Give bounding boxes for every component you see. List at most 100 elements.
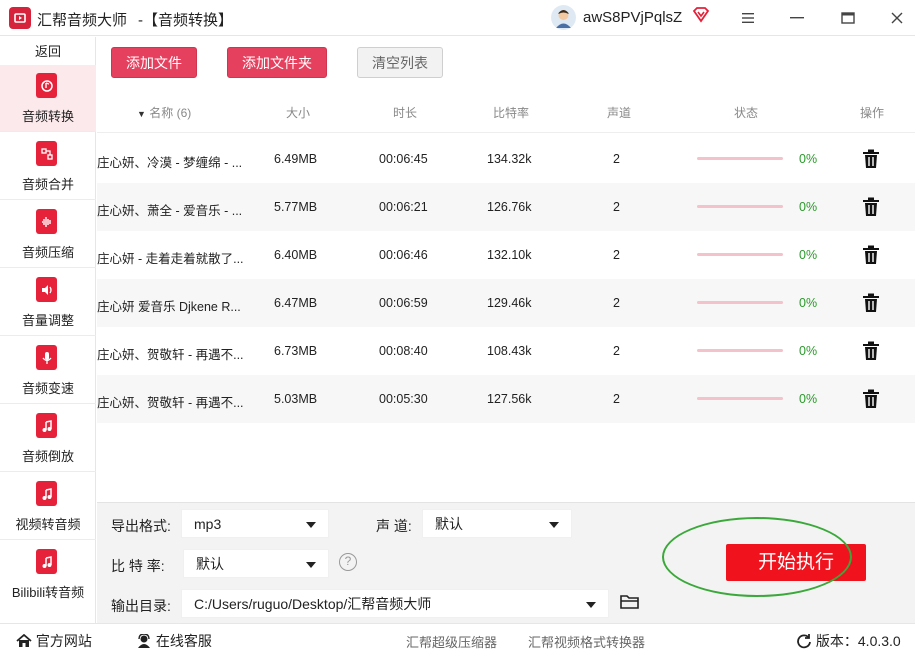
format-value: mp3 <box>194 516 222 532</box>
vip-icon[interactable] <box>692 6 710 24</box>
username[interactable]: awS8PVjPqlsZ <box>583 9 682 26</box>
file-size: 6.40MB <box>274 248 318 262</box>
avatar[interactable] <box>551 5 576 30</box>
delete-icon[interactable] <box>862 293 880 313</box>
bitrate-select[interactable]: 默认 <box>183 549 329 578</box>
file-channels: 2 <box>613 344 620 358</box>
progress-percent: 0% <box>799 344 818 358</box>
table-header: ▼ 名称 (6) 大小 时长 比特率 声道 状态 操作 <box>97 89 915 133</box>
progress-bar <box>697 253 783 256</box>
video-converter-link[interactable]: 汇帮视频格式转换器 <box>528 632 645 651</box>
maximize-icon[interactable] <box>838 8 858 28</box>
delete-icon[interactable] <box>862 149 880 169</box>
highlight-ellipse <box>662 517 852 597</box>
title-bar: 汇帮音频大师 -【音频转换】 awS8PVjPqlsZ <box>0 0 915 36</box>
compress-icon <box>36 209 57 234</box>
header-channels: 声道 <box>607 106 632 120</box>
compressor-link[interactable]: 汇帮超级压缩器 <box>406 632 497 651</box>
table-row[interactable]: 庄心妍、贺敬轩 - 再遇不... 6.73MB 00:08:40 108.43k… <box>97 327 915 375</box>
file-duration: 00:08:40 <box>379 344 428 358</box>
music-note-icon <box>36 413 57 438</box>
file-duration: 00:06:21 <box>379 200 428 214</box>
app-title: 汇帮音频大师 <box>37 12 128 29</box>
channel-select[interactable]: 默认 <box>422 509 572 538</box>
sidebar-item-label: 音频合并 <box>21 177 74 192</box>
help-icon[interactable]: ? <box>339 553 357 571</box>
sidebar-item-label: Bilibili转音频 <box>11 585 85 600</box>
file-size: 6.47MB <box>274 296 318 310</box>
sort-name-header[interactable]: ▼ 名称 (6) <box>137 104 191 121</box>
file-name: 庄心妍 - 走着走着就散了... <box>97 252 244 266</box>
file-duration: 00:06:59 <box>379 296 428 310</box>
header-action: 操作 <box>860 106 885 120</box>
sidebar-item-video-to-audio[interactable]: 视频转音频 <box>0 473 96 540</box>
file-bitrate: 108.43k <box>487 344 532 358</box>
sidebar-item-audio-convert[interactable]: 音频转换 <box>0 65 96 132</box>
chevron-down-icon <box>306 562 316 568</box>
file-channels: 2 <box>613 392 620 406</box>
progress-bar <box>697 205 783 208</box>
delete-icon[interactable] <box>862 389 880 409</box>
file-name: 庄心妍、贺敬轩 - 再遇不... <box>97 396 244 410</box>
progress-bar <box>697 301 783 304</box>
sidebar-item-audio-merge[interactable]: 音频合并 <box>0 133 96 200</box>
channel-label: 声 道: <box>376 518 412 534</box>
add-folder-button[interactable]: 添加文件夹 <box>227 47 327 78</box>
table-row[interactable]: 庄心妍 - 走着走着就散了... 6.40MB 00:06:46 132.10k… <box>97 231 915 279</box>
sidebar-item-audio-compress[interactable]: 音频压缩 <box>0 201 96 268</box>
format-select[interactable]: mp3 <box>181 509 329 538</box>
header-size: 大小 <box>286 106 311 120</box>
progress-bar <box>697 349 783 352</box>
file-duration: 00:05:30 <box>379 392 428 406</box>
add-file-button[interactable]: 添加文件 <box>111 47 197 78</box>
file-channels: 2 <box>613 296 620 310</box>
website-link[interactable]: 官方网站 <box>16 631 92 651</box>
microphone-icon <box>36 345 57 370</box>
sort-down-icon: ▼ <box>137 109 146 119</box>
delete-icon[interactable] <box>862 197 880 217</box>
close-icon[interactable] <box>887 8 907 28</box>
sidebar-item-label: 音频变速 <box>21 381 74 396</box>
bitrate-value: 默认 <box>196 556 224 572</box>
delete-icon[interactable] <box>862 341 880 361</box>
support-link[interactable]: 在线客服 <box>136 631 212 651</box>
page-title: -【音频转换】 <box>138 12 233 29</box>
file-name: 庄心妍、萧全 - 爱音乐 - ... <box>97 204 243 218</box>
sidebar-item-label: 音量调整 <box>21 313 74 328</box>
back-button[interactable]: 返回 <box>0 41 96 63</box>
sidebar-item-volume-adjust[interactable]: 音量调整 <box>0 269 96 336</box>
progress-percent: 0% <box>799 296 818 310</box>
minimize-icon[interactable] <box>787 8 807 28</box>
header-duration: 时长 <box>393 106 418 120</box>
sidebar-item-label: 音频压缩 <box>21 245 74 260</box>
sidebar-item-audio-reverse[interactable]: 音频倒放 <box>0 405 96 472</box>
file-size: 6.49MB <box>274 152 318 166</box>
menu-icon[interactable] <box>738 8 758 28</box>
table-row[interactable]: 庄心妍、冷漠 - 梦缠绵 - ... 6.49MB 00:06:45 134.3… <box>97 135 915 183</box>
header-bitrate: 比特率 <box>493 106 530 120</box>
music-note-icon <box>36 481 57 506</box>
table-row[interactable]: 庄心妍、贺敬轩 - 再遇不... 5.03MB 00:05:30 127.56k… <box>97 375 915 423</box>
bitrate-label: 比 特 率: <box>111 558 165 574</box>
output-dir-select[interactable]: C:/Users/ruguo/Desktop/汇帮音频大师 <box>181 589 609 618</box>
header-name: 名称 (6) <box>149 106 192 120</box>
progress-percent: 0% <box>799 152 818 166</box>
progress-percent: 0% <box>799 392 818 406</box>
file-channels: 2 <box>613 200 620 214</box>
music-convert-icon <box>36 73 57 98</box>
table-row[interactable]: 庄心妍、萧全 - 爱音乐 - ... 5.77MB 00:06:21 126.7… <box>97 183 915 231</box>
version-info[interactable]: 版本：4.0.3.0 <box>796 631 901 651</box>
sidebar-item-audio-speed[interactable]: 音频变速 <box>0 337 96 404</box>
table-row[interactable]: 庄心妍 爱音乐 Djkene R... 6.47MB 00:06:59 129.… <box>97 279 915 327</box>
status-bar: 官方网站 在线客服 汇帮超级压缩器 汇帮视频格式转换器 版本：4.0.3.0 <box>0 623 915 653</box>
sidebar-item-label: 视频转音频 <box>15 517 81 532</box>
delete-icon[interactable] <box>862 245 880 265</box>
output-dir-value: C:/Users/ruguo/Desktop/汇帮音频大师 <box>194 596 432 612</box>
clear-list-button[interactable]: 清空列表 <box>357 47 443 78</box>
website-label: 官方网站 <box>35 633 92 649</box>
channel-value: 默认 <box>435 516 463 532</box>
version-label: 版本：4.0.3.0 <box>815 633 901 649</box>
file-duration: 00:06:46 <box>379 248 428 262</box>
sidebar-item-bilibili-to-audio[interactable]: Bilibili转音频 <box>0 541 96 608</box>
folder-icon[interactable] <box>620 594 640 610</box>
